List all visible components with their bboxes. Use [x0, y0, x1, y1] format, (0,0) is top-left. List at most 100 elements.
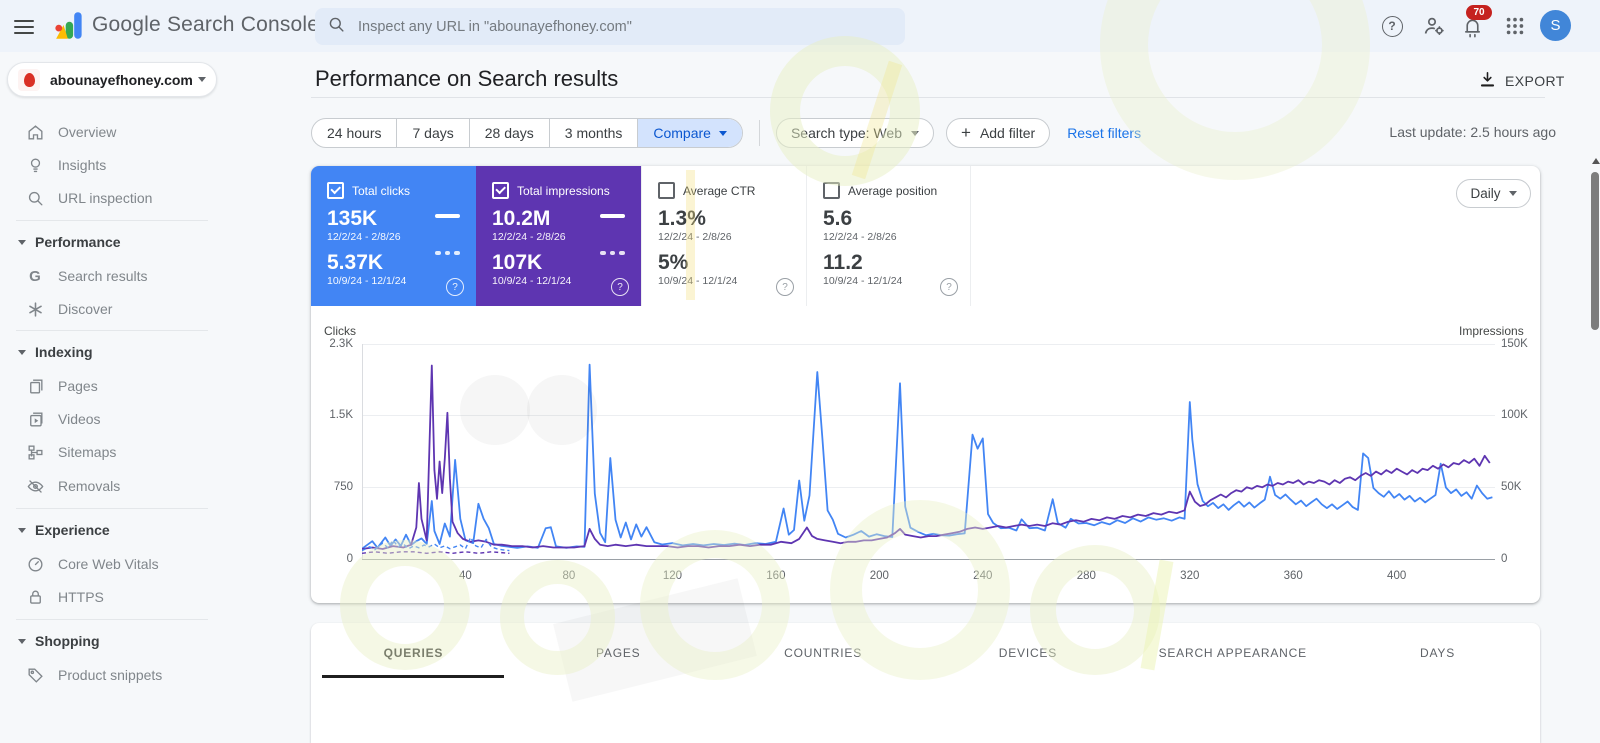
- tab-queries[interactable]: QUERIES: [311, 623, 516, 743]
- dimension-tabs: QUERIES PAGES COUNTRIES DEVICES SEARCH A…: [311, 623, 1540, 743]
- scrollbar-thumb[interactable]: [1591, 172, 1599, 330]
- avatar[interactable]: S: [1540, 10, 1571, 41]
- user-settings-icon[interactable]: [1421, 13, 1447, 39]
- chevron-down-icon: [911, 130, 919, 136]
- metric-average-position[interactable]: Average position 5.6 12/2/24 - 2/8/26 11…: [806, 166, 971, 306]
- sidebar-section-indexing[interactable]: Indexing: [0, 335, 300, 369]
- search-icon: [327, 15, 346, 39]
- help-icon[interactable]: [776, 278, 794, 296]
- tab-countries[interactable]: COUNTRIES: [721, 623, 926, 743]
- last-update-text: Last update: 2.5 hours ago: [1389, 124, 1556, 140]
- notification-badge: 70: [1466, 5, 1492, 20]
- average-ctr-checkbox[interactable]: [658, 182, 675, 199]
- x-tick: 360: [1283, 570, 1303, 582]
- property-selector[interactable]: abounayefhoney.com: [7, 62, 217, 97]
- range-28-days-button[interactable]: 28 days: [470, 119, 550, 147]
- sidebar-item-removals[interactable]: Removals: [0, 469, 300, 503]
- previous-period-dashed-line-icon: [435, 251, 461, 255]
- export-button[interactable]: EXPORT: [1478, 70, 1565, 92]
- help-icon[interactable]: [1379, 13, 1405, 39]
- average-position-checkbox[interactable]: [823, 182, 840, 199]
- metric-average-ctr[interactable]: Average CTR 1.3% 12/2/24 - 2/8/26 5% 10/…: [641, 166, 806, 306]
- y-tick: 2.3K: [329, 338, 353, 350]
- chevron-down-icon: [18, 638, 26, 644]
- help-icon[interactable]: [611, 278, 629, 296]
- top-app-bar: Google Search Console 70 S: [0, 0, 1600, 52]
- filter-bar: 24 hours 7 days 28 days 3 months Compare…: [311, 118, 1141, 148]
- property-favicon: [18, 68, 40, 91]
- active-tab-underline: [322, 675, 505, 678]
- sidebar-section-shopping[interactable]: Shopping: [0, 624, 300, 658]
- range-7-days-button[interactable]: 7 days: [397, 119, 470, 147]
- granularity-dropdown[interactable]: Daily: [1456, 179, 1531, 208]
- metric-total-clicks[interactable]: Total clicks 135K 12/2/24 - 2/8/26 5.37K…: [311, 166, 476, 306]
- metric-total-impressions[interactable]: Total impressions 10.2M 12/2/24 - 2/8/26…: [476, 166, 641, 306]
- pages-icon: [25, 376, 45, 396]
- chevron-down-icon: [1508, 191, 1517, 196]
- sidebar-item-https[interactable]: HTTPS: [0, 580, 300, 614]
- url-inspect-searchbar[interactable]: [315, 8, 905, 45]
- hamburger-menu-icon[interactable]: [14, 16, 34, 36]
- sidebar-section-experience[interactable]: Experience: [0, 513, 300, 547]
- plus-icon: +: [961, 123, 971, 142]
- help-icon[interactable]: [446, 278, 464, 296]
- sidebar-divider: [16, 619, 208, 620]
- title-divider: [311, 97, 1545, 98]
- series-impressions-previous: [361, 551, 510, 555]
- x-axis-ticks: 40 80 120 160 200 240 280 320 360 400: [362, 570, 1495, 584]
- y-tick: 150K: [1501, 338, 1528, 350]
- home-icon: [25, 122, 45, 142]
- scrollbar-up-arrow[interactable]: [1592, 158, 1600, 164]
- series-clicks-current: [361, 363, 1493, 550]
- sidebar-item-core-web-vitals[interactable]: Core Web Vitals: [0, 547, 300, 581]
- add-filter-button[interactable]: + Add filter: [946, 118, 1051, 148]
- help-icon[interactable]: [940, 278, 958, 296]
- search-type-filter[interactable]: Search type: Web: [775, 118, 934, 148]
- sidebar-item-url-inspection[interactable]: URL inspection: [0, 181, 300, 215]
- sidebar-item-videos[interactable]: Videos: [0, 402, 300, 436]
- y-tick: 100K: [1501, 409, 1528, 421]
- sidebar-item-discover[interactable]: Discover: [0, 292, 300, 326]
- sidebar-item-product-snippets[interactable]: Product snippets: [0, 658, 300, 692]
- apps-grid-icon[interactable]: [1502, 13, 1528, 39]
- x-tick: 160: [766, 570, 786, 582]
- x-axis-baseline: [362, 559, 1495, 560]
- download-icon: [1478, 70, 1497, 92]
- right-axis-title: Impressions: [1459, 324, 1524, 338]
- url-inspect-input[interactable]: [356, 17, 893, 36]
- x-tick: 40: [459, 570, 472, 582]
- performance-chart[interactable]: [361, 344, 1495, 559]
- sidebar-item-pages[interactable]: Pages: [0, 369, 300, 403]
- tab-pages[interactable]: PAGES: [516, 623, 721, 743]
- reset-filters-link[interactable]: Reset filters: [1067, 125, 1141, 141]
- tab-days[interactable]: DAYS: [1335, 623, 1540, 743]
- sidebar-divider: [16, 508, 208, 509]
- sidebar-divider: [16, 330, 208, 331]
- total-clicks-checkbox[interactable]: [327, 182, 344, 199]
- x-tick: 120: [662, 570, 683, 582]
- sidebar-item-sitemaps[interactable]: Sitemaps: [0, 435, 300, 469]
- total-impressions-checkbox[interactable]: [492, 182, 509, 199]
- range-24-hours-button[interactable]: 24 hours: [312, 119, 398, 147]
- chevron-down-icon: [18, 349, 26, 355]
- tab-devices[interactable]: DEVICES: [925, 623, 1130, 743]
- current-period-line-icon: [600, 214, 625, 218]
- eye-off-icon: [25, 476, 45, 496]
- sidebar-section-performance[interactable]: Performance: [0, 225, 300, 259]
- sidebar-item-overview[interactable]: Overview: [0, 115, 300, 149]
- sidebar-item-search-results[interactable]: G Search results: [0, 259, 300, 293]
- performance-chart-card: Total clicks 135K 12/2/24 - 2/8/26 5.37K…: [311, 166, 1540, 603]
- sidebar-item-insights[interactable]: Insights: [0, 148, 300, 182]
- date-range-segmented-control: 24 hours 7 days 28 days 3 months Compare: [311, 118, 743, 148]
- y-tick: 750: [333, 481, 353, 493]
- x-tick: 320: [1180, 570, 1200, 582]
- speed-gauge-icon: [25, 554, 45, 574]
- tab-search-appearance[interactable]: SEARCH APPEARANCE: [1130, 623, 1335, 743]
- compare-button[interactable]: Compare: [638, 119, 742, 147]
- left-axis-title: Clicks: [324, 324, 356, 338]
- y-tick: 0: [346, 553, 353, 565]
- y-tick: 0: [1501, 553, 1508, 565]
- current-period-line-icon: [435, 214, 460, 218]
- range-3-months-button[interactable]: 3 months: [550, 119, 639, 147]
- discover-asterisk-icon: [25, 299, 45, 319]
